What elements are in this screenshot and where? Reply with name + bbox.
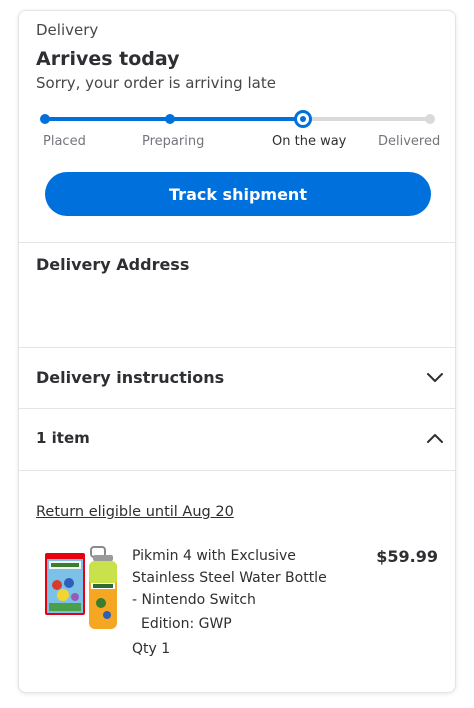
chevron-up-icon[interactable] — [425, 428, 445, 448]
order-card: Delivery Arrives today Sorry, your order… — [18, 10, 456, 693]
divider — [19, 470, 455, 471]
divider — [19, 347, 455, 348]
return-eligible-link[interactable]: Return eligible until Aug 20 — [36, 504, 234, 520]
divider — [19, 242, 455, 243]
product-image[interactable] — [43, 545, 117, 631]
product-price: $59.99 — [376, 547, 438, 566]
progress-dot-placed — [40, 114, 50, 124]
progress-line-remaining — [303, 117, 431, 121]
progress-step-placed: Placed — [43, 134, 86, 149]
product-edition: Edition: GWP — [141, 616, 232, 632]
progress-step-on-the-way: On the way — [272, 134, 347, 149]
items-count-title: 1 item — [36, 429, 90, 447]
delivery-instructions-title: Delivery instructions — [36, 368, 225, 387]
progress-dot-on-the-way — [294, 110, 312, 128]
progress-step-delivered: Delivered — [378, 134, 441, 149]
delivery-status-message: Sorry, your order is arriving late — [36, 74, 276, 92]
delivery-status-title: Arrives today — [36, 48, 180, 70]
delivery-address-title: Delivery Address — [36, 255, 190, 274]
divider — [19, 408, 455, 409]
chevron-down-icon[interactable] — [425, 368, 445, 388]
progress-step-preparing: Preparing — [142, 134, 205, 149]
product-name[interactable]: Pikmin 4 with Exclusive Stainless Steel … — [132, 545, 332, 611]
product-quantity: Qty 1 — [132, 641, 171, 657]
track-shipment-button[interactable]: Track shipment — [45, 172, 431, 216]
progress-dot-delivered — [425, 114, 435, 124]
progress-dot-preparing — [165, 114, 175, 124]
delivery-section-label: Delivery — [36, 21, 99, 39]
